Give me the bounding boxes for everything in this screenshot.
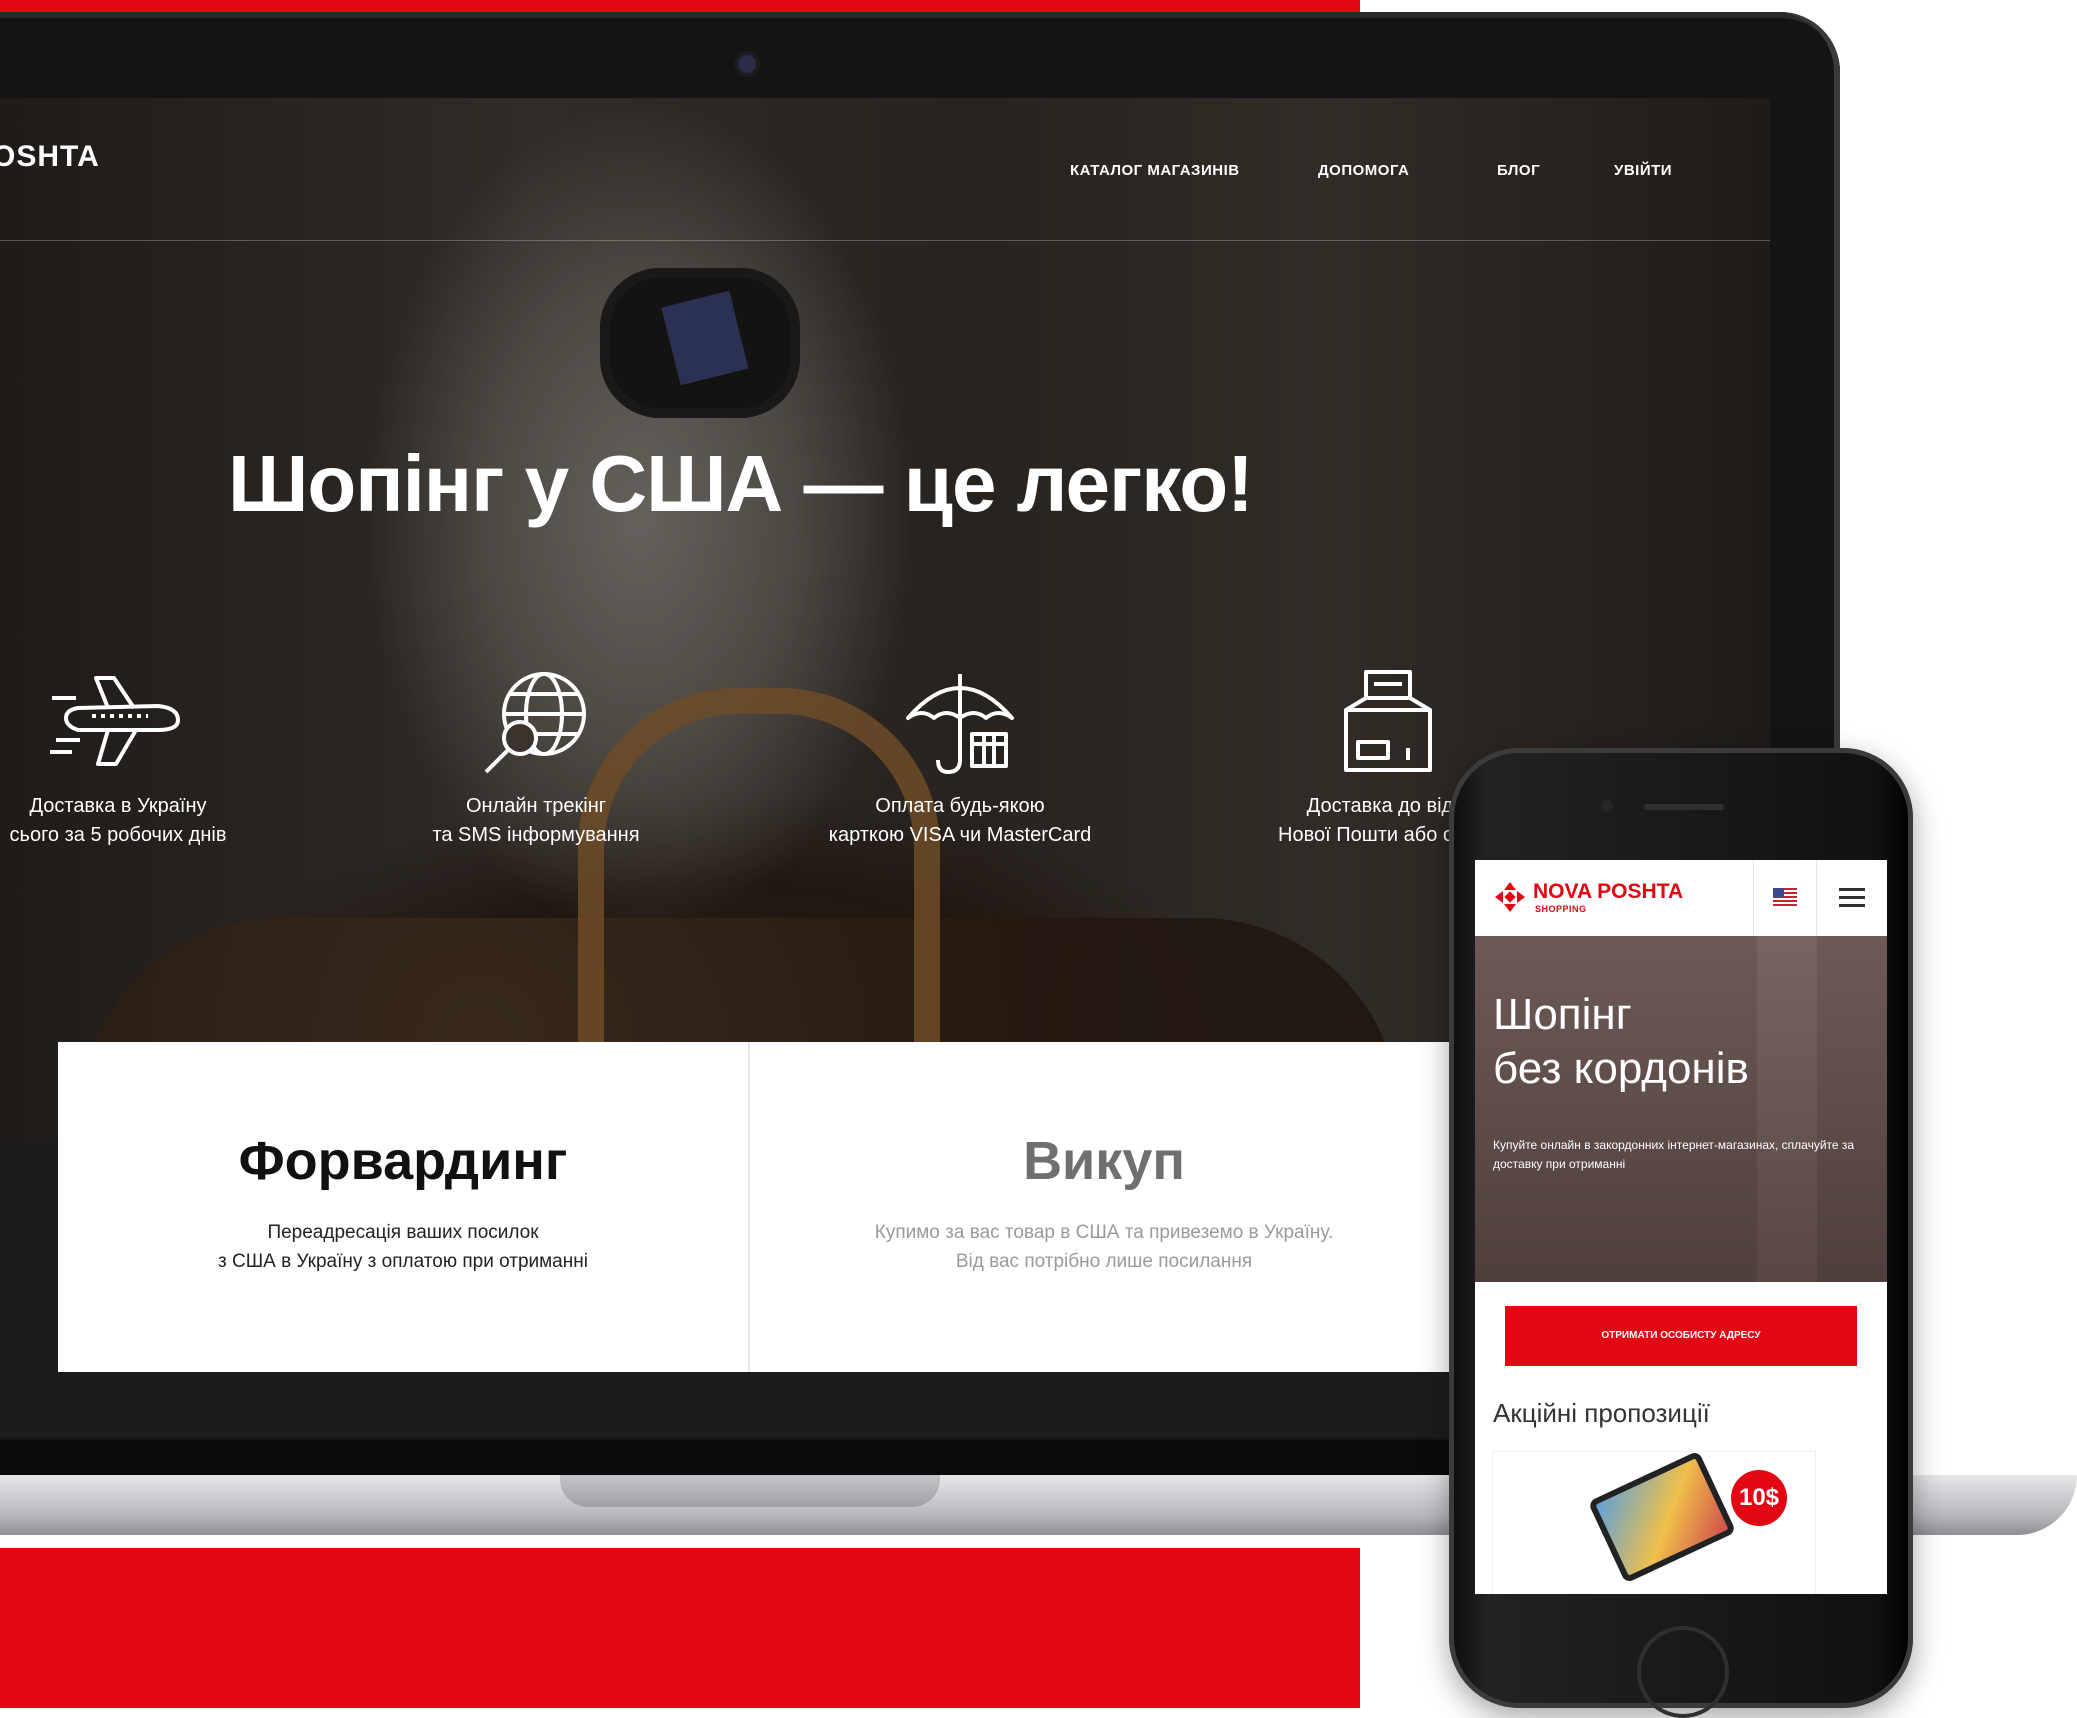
menu-bar-icon [1839,904,1865,907]
phone-screen: NOVA POSHTA SHOPPING Шопінг без кордонів… [1475,860,1887,1594]
feature-payment: Оплата будь-якою карткою VISA чи MasterC… [770,668,1150,850]
card-buyout-desc-line-2: Від вас потрібно лише посилання [955,1251,1253,1272]
laptop-camera [738,55,756,73]
feature-payment-line-1: Оплата будь-якою [875,795,1045,817]
box-scale-icon [1344,670,1432,772]
feature-tracking: Онлайн трекінг та SMS інформування [346,668,726,850]
nav-link-shops-catalog[interactable]: КАТАЛОГ МАГАЗИНІВ [1070,162,1240,179]
card-buyout[interactable]: Викуп Купимо за вас товар в США та приве… [750,1042,1458,1372]
mobile-logo-subtitle: SHOPPING [1535,904,1587,914]
mobile-hero-title-line-1: Шопінг [1493,990,1632,1039]
feature-delivery: Доставка в Україну сього за 5 робочих дн… [0,668,308,850]
hero-headline: Шопінг у США — це легко! [228,439,1254,528]
nav-link-help[interactable]: ДОПОМОГА [1318,162,1409,179]
red-backdrop-bottom [0,1548,1360,1708]
globe-search-icon [484,672,586,774]
menu-bar-icon [1839,896,1865,899]
nova-poshta-logo-icon[interactable] [1493,880,1527,914]
site-logo[interactable]: OSHTA [0,140,100,174]
laptop-opening-notch [560,1475,940,1507]
product-tablet-image [1587,1450,1737,1584]
feature-tracking-line-2: та SMS інформування [432,824,640,846]
card-buyout-title: Викуп [1023,1131,1185,1191]
phone-home-button[interactable] [1637,1626,1729,1718]
phone-frame: NOVA POSHTA SHOPPING Шопінг без кордонів… [1449,748,1913,1718]
nav-link-blog[interactable]: БЛОГ [1497,162,1540,179]
service-cards: Форвардинг Переадресація ваших посилок з… [58,1042,1458,1372]
card-buyout-desc-line-1: Купимо за вас товар в США та привеземо в… [874,1222,1334,1243]
promo-section-title: Акційні пропозиції [1493,1398,1710,1428]
feature-delivery-line-1: Доставка в Україну [29,795,207,817]
phone-camera [1601,800,1613,812]
umbrella-box-icon [906,674,1014,774]
feature-delivery-line-2: сього за 5 робочих днів [9,824,227,846]
get-personal-address-button[interactable]: ОТРИМАТИ ОСОБИСТУ АДРЕСУ [1505,1306,1857,1366]
red-backdrop-top [0,0,1360,12]
top-navigation: OSHTA КАТАЛОГ МАГАЗИНІВ ДОПОМОГА БЛОГ УВ… [0,98,1770,241]
mobile-header: NOVA POSHTA SHOPPING [1475,860,1887,937]
promo-price-badge: 10$ [1731,1470,1787,1526]
us-flag-icon [1773,888,1797,906]
card-forwarding[interactable]: Форвардинг Переадресація ваших посилок з… [58,1042,748,1372]
mobile-hero-text: Купуйте онлайн в закордонних інтернет-ма… [1493,1138,1855,1171]
airplane-icon [50,676,180,766]
feature-tracking-line-1: Онлайн трекінг [465,795,607,817]
phone-speaker [1644,804,1724,810]
mobile-hero-title-line-2: без кордонів [1493,1044,1749,1093]
feature-payment-line-2: карткою VISA чи MasterCard [828,824,1092,846]
promo-card[interactable]: 10$ [1493,1450,1815,1594]
mobile-hero: Шопінг без кордонів Купуйте онлайн в зак… [1475,936,1887,1282]
menu-bar-icon [1839,888,1865,891]
language-switcher[interactable] [1753,860,1817,936]
card-forwarding-desc-line-2: з США в Україну з оплатою при отриманні [218,1251,588,1272]
mobile-hero-title: Шопінг без кордонів [1493,988,1749,1096]
card-forwarding-desc-line-1: Переадресація ваших посилок [267,1222,539,1243]
nav-link-login[interactable]: УВІЙТИ [1614,162,1672,179]
mobile-logo-text[interactable]: NOVA POSHTA [1533,880,1683,904]
hamburger-menu-button[interactable] [1815,860,1887,936]
card-forwarding-title: Форвардинг [238,1131,568,1191]
